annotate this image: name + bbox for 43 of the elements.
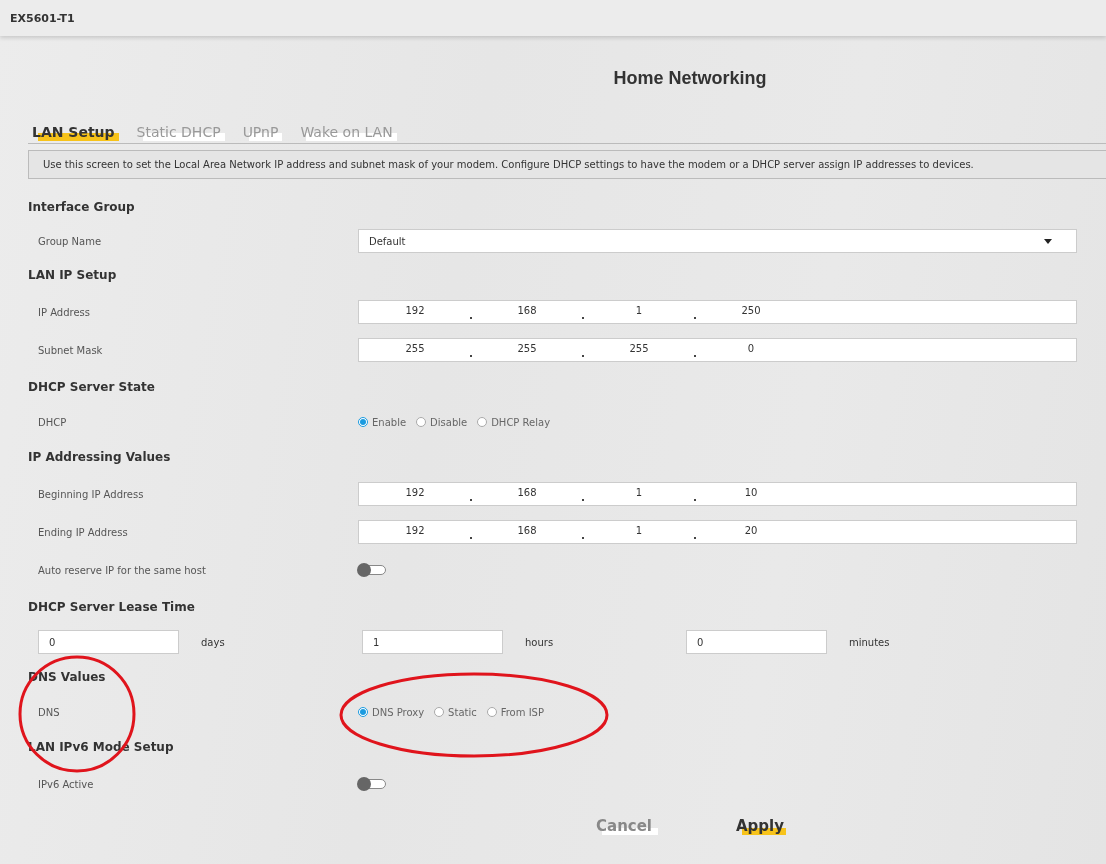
field-label: DHCP [38,416,67,428]
field-label: Subnet Mask [38,344,103,356]
field-label: Beginning IP Address [38,488,144,500]
lease-time-input[interactable]: 0 [38,630,179,654]
section-heading: LAN IP Setup [28,268,117,282]
section-heading: DHCP Server State [28,380,155,394]
ip-address-field[interactable]: 192 168 1 10 [358,482,1077,506]
radio-button[interactable] [477,417,488,427]
caret-icon [1044,238,1052,244]
radio-option[interactable]: DNS Proxy [358,706,425,718]
ip-address-field[interactable]: 192 168 1 250 [358,300,1077,324]
field-label: Ending IP Address [38,526,128,538]
radio-button[interactable] [358,417,368,427]
radio-option[interactable]: From ISP [486,706,544,718]
radio-button[interactable] [358,707,368,717]
field-label: IP Address [38,306,90,318]
ip-address-field[interactable]: 255 255 255 0 [358,338,1077,362]
unit-label: minutes [849,636,890,648]
radio-button[interactable] [434,707,445,717]
group-name-dropdown[interactable]: Default [358,229,1077,253]
field-label: Auto reserve IP for the same host [38,564,206,576]
section-heading: DHCP Server Lease Time [28,600,195,614]
toggle-switch[interactable] [358,779,386,789]
radio-option[interactable]: Static [434,706,477,718]
description-text: Use this screen to set the Local Area Network IP address and subnet mask of your modem. Configure DHCP settings to have the modem or a DHCP server assign IP addresses to devices. [28,150,1106,179]
radio-option[interactable]: Disable [416,416,468,428]
unit-label: days [201,636,225,648]
unit-label: hours [525,636,554,648]
field-label: DNS [38,706,60,718]
section-heading: IP Addressing Values [28,450,171,464]
radio-button[interactable] [416,417,427,427]
radio-button[interactable] [486,707,497,717]
ip-address-field[interactable]: 192 168 1 20 [358,520,1077,544]
radio-option[interactable]: Enable [358,416,407,428]
field-label: Group Name [38,235,102,247]
toggle-switch[interactable] [358,565,386,575]
radio-option[interactable]: DHCP Relay [477,416,551,428]
lease-time-input[interactable]: 1 [362,630,503,654]
lease-time-input[interactable]: 0 [686,630,827,654]
section-heading: Interface Group [28,200,135,214]
device-name: EX5601-T1 [10,11,75,25]
field-label: IPv6 Active [38,778,94,790]
page-title: Home Networking [613,68,767,90]
